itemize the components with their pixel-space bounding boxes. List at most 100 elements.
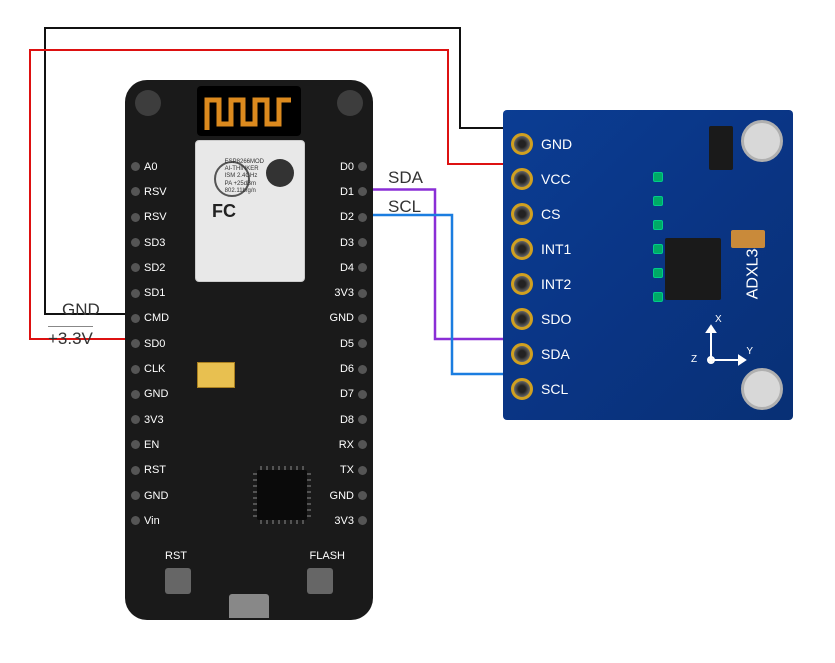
adxl-pin-sdo: SDO [511,301,572,336]
pin-hole-icon [511,203,533,225]
pin-dot-icon [131,491,140,500]
pin-label: D1 [340,186,354,198]
mount-hole-icon [337,90,363,116]
pin-label: D4 [340,262,354,274]
via-column-icon [653,172,663,302]
nodemcu-pin-d7: D7 [340,382,367,407]
pin-label: CLK [144,363,165,375]
label-scl: SCL [388,197,421,217]
mount-hole-icon [741,368,783,410]
nodemcu-pin-d2: D2 [340,205,367,230]
nodemcu-pin-clk: CLK [131,356,169,381]
pin-label: D6 [340,363,354,375]
nodemcu-pin-3v3: 3V3 [131,407,169,432]
component-icon [197,362,235,388]
nodemcu-pins-right: D0D1D2D3D43V3GNDD5D6D7D8RXTXGND3V3 [330,154,367,533]
nodemcu-pin-rsv: RSV [131,205,169,230]
pin-dot-icon [131,365,140,374]
pin-dot-icon [131,415,140,424]
pin-hole-icon [511,308,533,330]
nodemcu-pin-3v3: 3V3 [334,508,367,533]
pin-dot-icon [358,491,367,500]
flash-button[interactable] [307,568,333,594]
pin-label: TX [340,464,354,476]
nodemcu-pin-sd0: SD0 [131,331,169,356]
label-3v3-ext: +3.3V [48,326,93,349]
pin-dot-icon [358,263,367,272]
adxl-pin-scl: SCL [511,371,572,406]
adxl-pin-cs: CS [511,196,572,231]
esp8266-shield: FC ESP8266MOD AI-THINKER ISM 2.4GHz PA +… [195,140,305,282]
reset-button[interactable] [165,568,191,594]
pin-label: RSV [144,211,167,223]
nodemcu-pin-en: EN [131,432,169,457]
mount-hole-icon [135,90,161,116]
wiring-diagram: GND +3.3V SDA SCL FC ESP8266MOD AI-THINK… [0,0,835,663]
pin-label: INT1 [541,241,571,257]
wire-scl [370,215,514,374]
pin-dot-icon [131,516,140,525]
pin-dot-icon [358,516,367,525]
nodemcu-pins-left: A0RSVRSVSD3SD2SD1CMDSD0CLKGND3V3ENRSTGND… [131,154,169,533]
flash-button-label: FLASH [310,550,345,562]
adxl-pin-gnd: GND [511,126,572,161]
nodemcu-pin-rst: RST [131,458,169,483]
pin-hole-icon [511,343,533,365]
pin-label: GND [144,388,168,400]
nodemcu-pin-gnd: GND [131,483,169,508]
nodemcu-pin-sd1: SD1 [131,280,169,305]
nodemcu-pin-rsv: RSV [131,179,169,204]
regulator-chip-icon [709,126,733,170]
pin-hole-icon [511,273,533,295]
adxl-pin-sda: SDA [511,336,572,371]
pin-label: GND [541,136,572,152]
pin-hole-icon [511,238,533,260]
nodemcu-pin-vin: Vin [131,508,169,533]
nodemcu-pin-sd3: SD3 [131,230,169,255]
pin-label: SD3 [144,237,165,249]
pin-label: 3V3 [334,515,354,527]
pin-dot-icon [131,339,140,348]
nodemcu-pin-a0: A0 [131,154,169,179]
nodemcu-pin-sd2: SD2 [131,255,169,280]
pin-label: RX [339,439,354,451]
nodemcu-pin-gnd: GND [131,382,169,407]
pin-label: GND [330,490,354,502]
nodemcu-pin-gnd: GND [330,483,367,508]
pin-dot-icon [358,440,367,449]
pin-dot-icon [358,238,367,247]
pin-hole-icon [511,168,533,190]
nodemcu-pin-gnd: GND [330,306,367,331]
reset-button-label: RST [165,550,187,562]
pin-dot-icon [358,162,367,171]
label-sda: SDA [388,168,423,188]
nodemcu-pin-tx: TX [340,458,367,483]
pin-dot-icon [131,238,140,247]
nodemcu-pin-d8: D8 [340,407,367,432]
pin-dot-icon [131,187,140,196]
nodemcu-board: FC ESP8266MOD AI-THINKER ISM 2.4GHz PA +… [125,80,373,620]
pcb-antenna-icon [197,86,301,136]
pin-label: GND [144,490,168,502]
label-gnd-ext: GND [62,300,100,320]
usb-port-icon [229,594,269,618]
pin-label: CS [541,206,560,222]
nodemcu-pin-3v3: 3V3 [334,280,367,305]
pin-dot-icon [358,365,367,374]
pin-dot-icon [131,213,140,222]
pin-label: A0 [144,161,157,173]
pin-dot-icon [131,162,140,171]
pin-hole-icon [511,378,533,400]
pin-dot-icon [131,466,140,475]
pin-label: SD1 [144,287,165,299]
fcc-icon: FC [212,201,236,222]
pin-hole-icon [511,133,533,155]
wifi-logo-icon [266,159,294,187]
pin-dot-icon [131,440,140,449]
pin-label: SCL [541,381,568,397]
pin-label: SDO [541,311,571,327]
adxl-pin-vcc: VCC [511,161,572,196]
pin-label: D8 [340,414,354,426]
pin-label: Vin [144,515,160,527]
capacitor-icon [731,230,765,248]
